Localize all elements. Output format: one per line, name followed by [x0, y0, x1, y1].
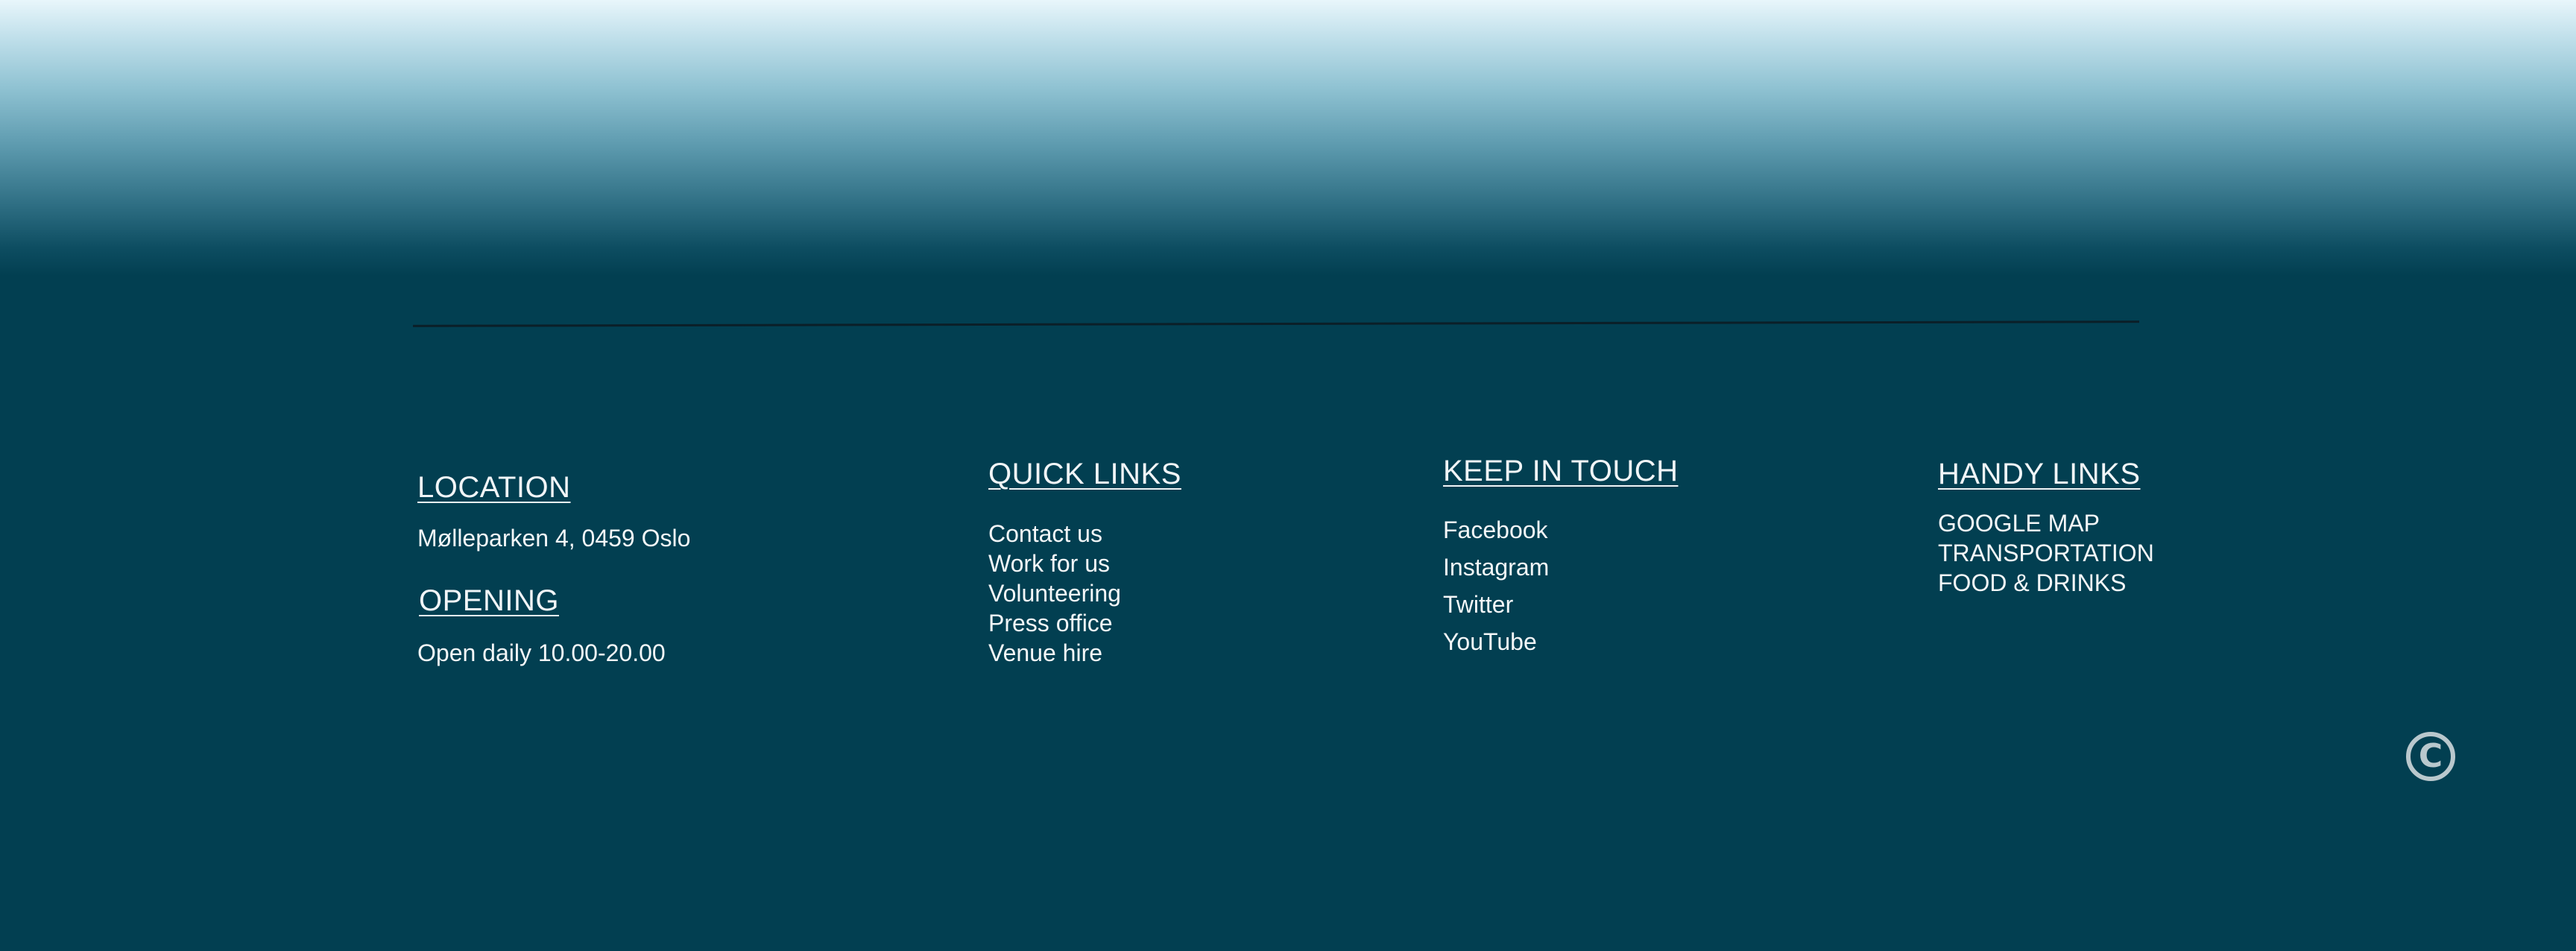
handy-links-heading: HANDY LINKS: [1938, 458, 2141, 490]
copyright-icon: C: [2406, 732, 2455, 781]
location-heading: LOCATION: [417, 471, 571, 504]
opening-heading: OPENING: [419, 584, 559, 617]
social-links-list: Facebook Instagram Twitter YouTube: [1443, 511, 1678, 660]
social-link-facebook[interactable]: Facebook: [1443, 511, 1678, 549]
keep-in-touch-heading: KEEP IN TOUCH: [1443, 455, 1679, 487]
hero-gradient-band: [0, 0, 2576, 276]
location-address: Mølleparken 4, 0459 Oslo: [417, 525, 691, 552]
quick-link-work-for-us[interactable]: Work for us: [988, 549, 1181, 578]
social-link-instagram[interactable]: Instagram: [1443, 549, 1678, 586]
social-link-youtube[interactable]: YouTube: [1443, 623, 1678, 660]
opening-hours: Open daily 10.00-20.00: [417, 639, 666, 666]
quick-link-contact-us[interactable]: Contact us: [988, 519, 1181, 549]
handy-links-column: HANDY LINKS GOOGLE MAP TRANSPORTATION FO…: [1938, 456, 2154, 598]
handy-links-list: GOOGLE MAP TRANSPORTATION FOOD & DRINKS: [1938, 508, 2154, 598]
quick-link-press-office[interactable]: Press office: [988, 608, 1181, 638]
quick-links-heading: QUICK LINKS: [988, 458, 1181, 490]
handy-link-transportation[interactable]: TRANSPORTATION: [1938, 538, 2154, 568]
quick-links-column: QUICK LINKS Contact us Work for us Volun…: [988, 456, 1181, 668]
footer-divider: [413, 320, 2139, 327]
keep-in-touch-column: KEEP IN TOUCH Facebook Instagram Twitter…: [1443, 453, 1678, 660]
handy-link-food-drinks[interactable]: FOOD & DRINKS: [1938, 568, 2154, 598]
quick-link-volunteering[interactable]: Volunteering: [988, 578, 1181, 608]
handy-link-google-map[interactable]: GOOGLE MAP: [1938, 508, 2154, 538]
quick-links-list: Contact us Work for us Volunteering Pres…: [988, 519, 1181, 668]
social-link-twitter[interactable]: Twitter: [1443, 586, 1678, 623]
location-column: LOCATION Mølleparken 4, 0459 Oslo OPENIN…: [417, 470, 690, 668]
quick-link-venue-hire[interactable]: Venue hire: [988, 638, 1181, 668]
